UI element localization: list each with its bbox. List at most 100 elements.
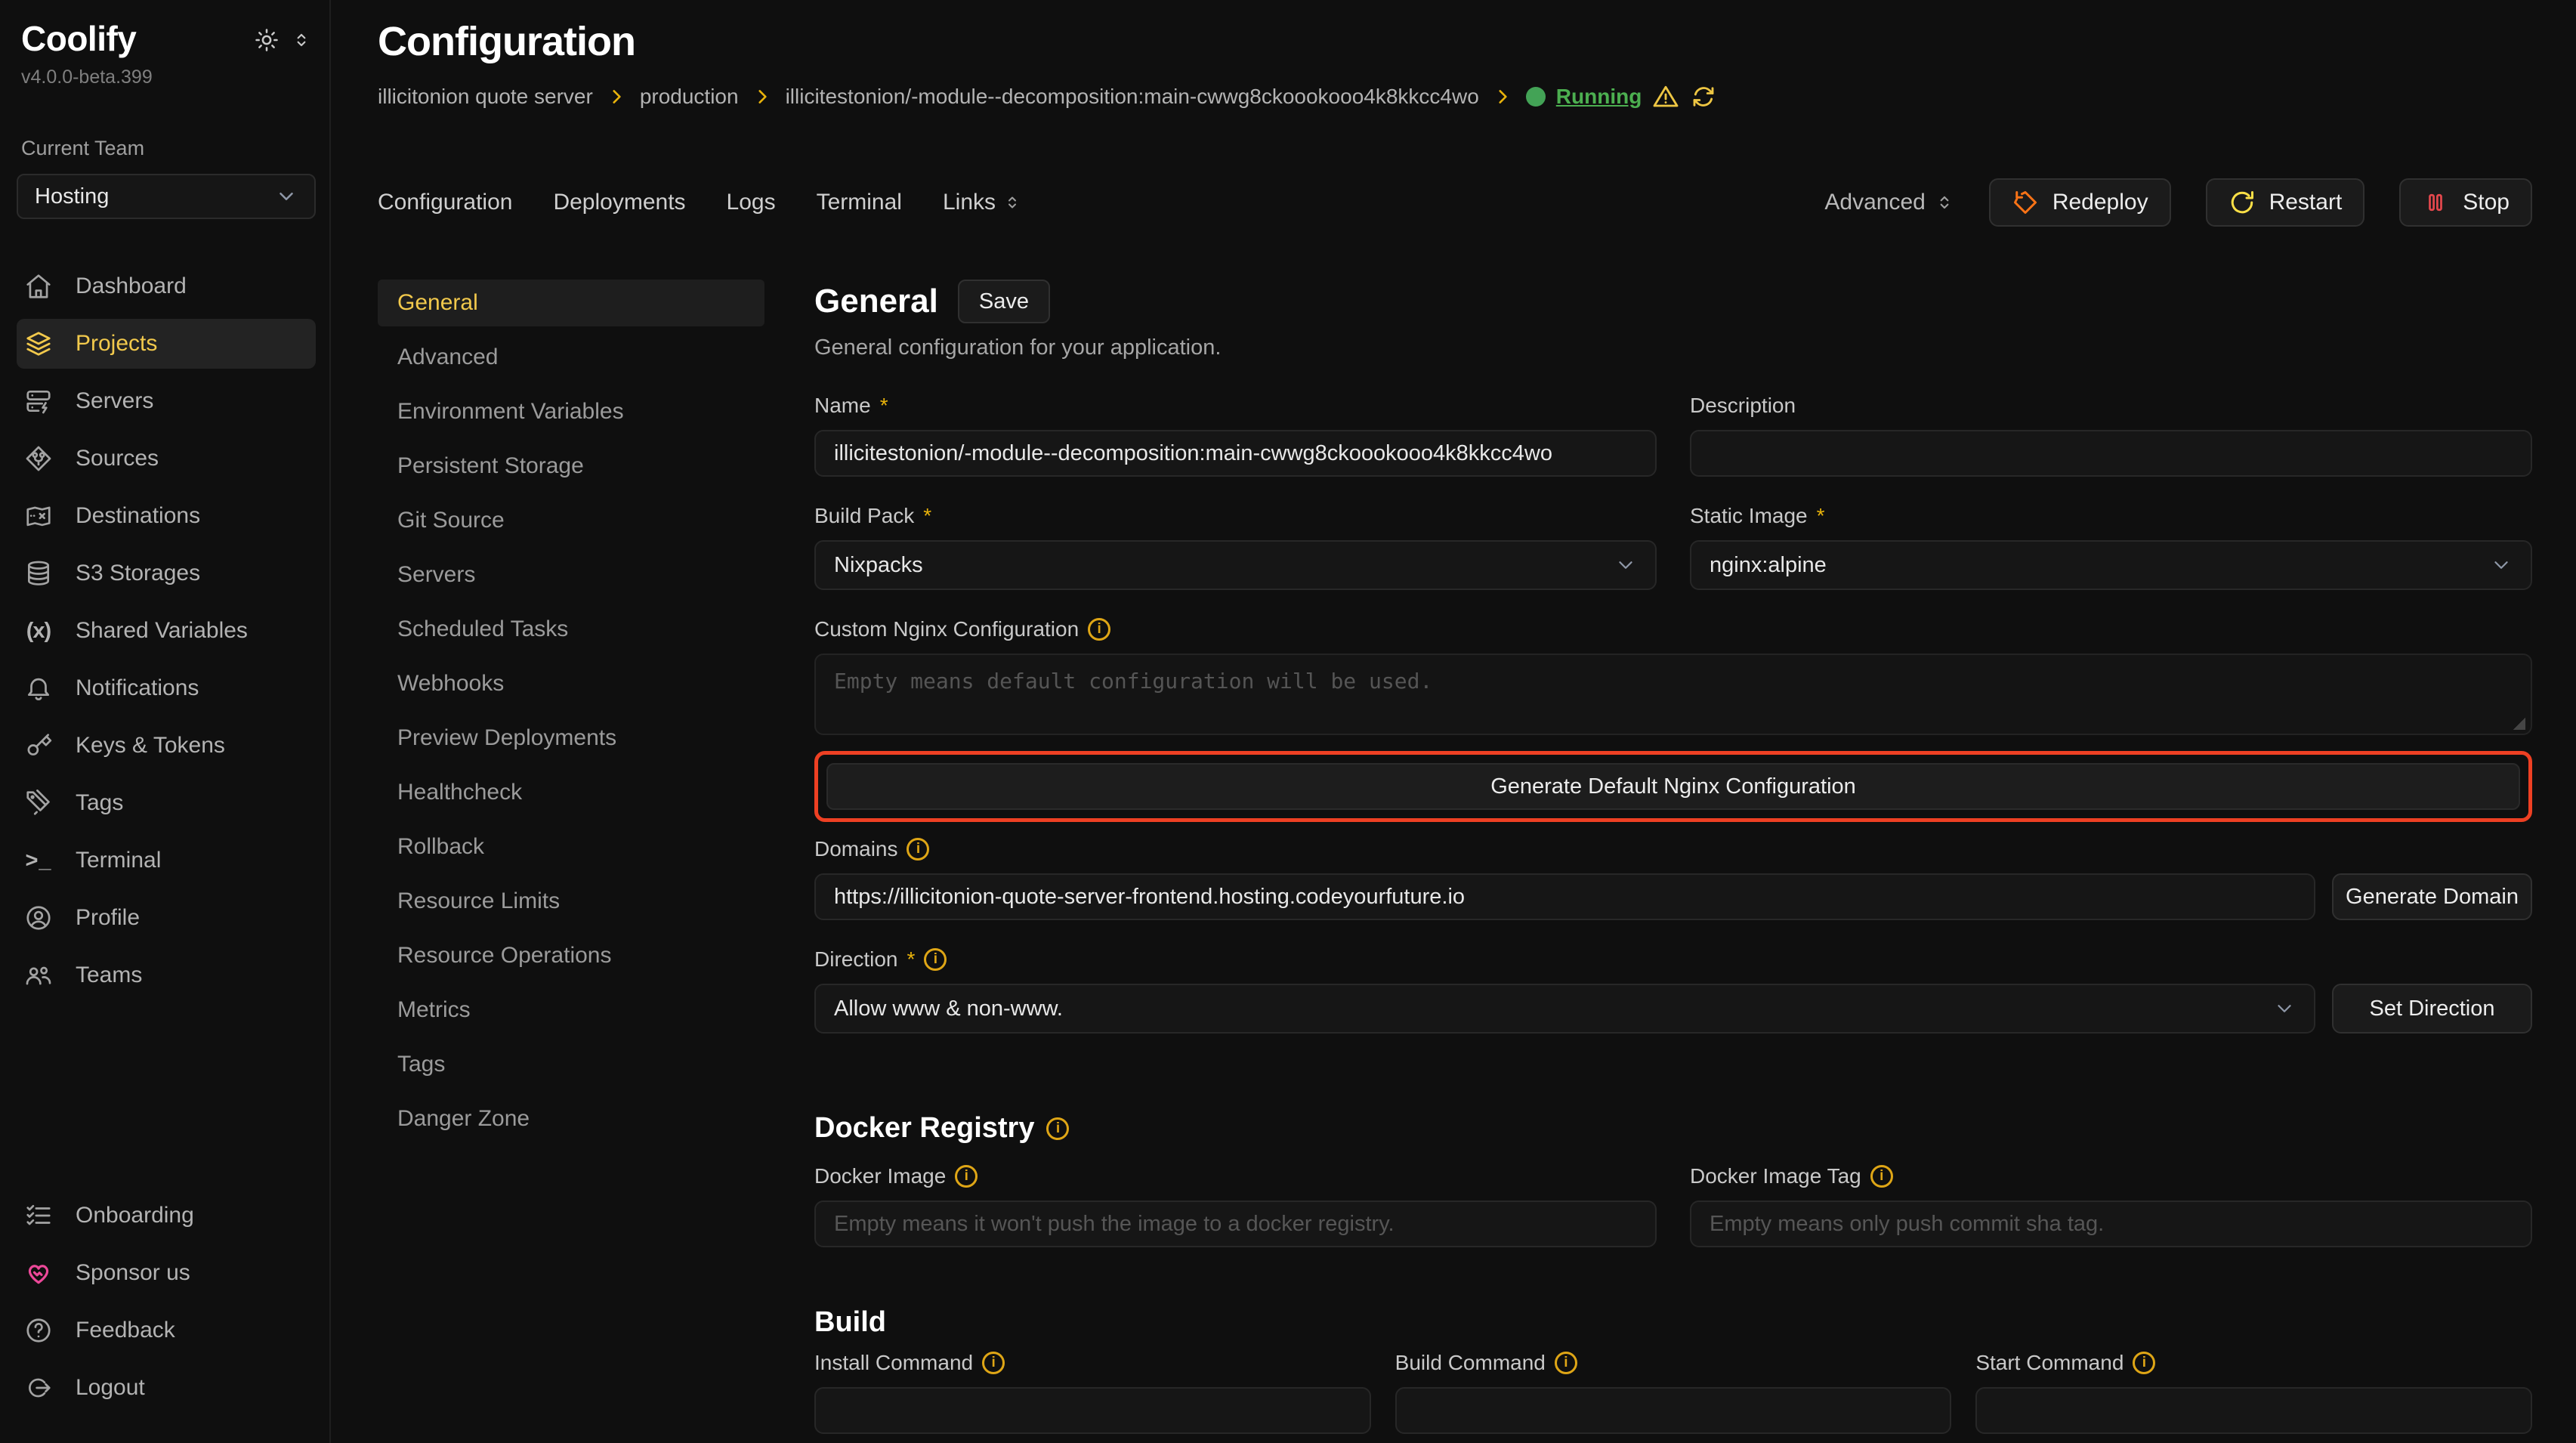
tab-terminal[interactable]: Terminal bbox=[817, 190, 902, 215]
description-input[interactable] bbox=[1690, 430, 2532, 477]
sidebar-item-shared-variables[interactable]: Shared Variables bbox=[17, 606, 316, 656]
subnav-item-general[interactable]: General bbox=[378, 280, 764, 326]
sidebar-item-profile[interactable]: Profile bbox=[17, 893, 316, 943]
generate-nginx-config-button[interactable]: Generate Default Nginx Configuration bbox=[826, 763, 2520, 810]
sidebar-item-keys-tokens[interactable]: Keys & Tokens bbox=[17, 721, 316, 771]
subnav-item-resource-limits[interactable]: Resource Limits bbox=[378, 878, 764, 925]
info-icon[interactable] bbox=[1046, 1117, 1069, 1140]
tag-icon bbox=[24, 789, 53, 817]
subnav-item-git-source[interactable]: Git Source bbox=[378, 497, 764, 544]
tab-configuration[interactable]: Configuration bbox=[378, 190, 512, 215]
direction-field-group: Direction * Allow www & non-www. Set Dir… bbox=[814, 947, 2532, 1034]
sidebar-item-servers[interactable]: Servers bbox=[17, 376, 316, 426]
breadcrumb-project[interactable]: illicitonion quote server bbox=[378, 85, 593, 109]
info-icon[interactable] bbox=[982, 1352, 1005, 1374]
build-command-label: Build Command bbox=[1395, 1351, 1952, 1375]
tab-links[interactable]: Links bbox=[943, 190, 1021, 215]
subnav-item-servers[interactable]: Servers bbox=[378, 552, 764, 598]
generate-domain-button[interactable]: Generate Domain bbox=[2332, 873, 2532, 920]
build-pack-label: Build Pack * bbox=[814, 504, 1657, 528]
sidebar-item-onboarding[interactable]: Onboarding bbox=[17, 1191, 316, 1241]
tab-bar: Configuration Deployments Logs Terminal … bbox=[378, 190, 1021, 215]
subnav-item-persistent-storage[interactable]: Persistent Storage bbox=[378, 443, 764, 490]
breadcrumb-application[interactable]: illicitestonion/-module--decomposition:m… bbox=[786, 85, 1479, 109]
restart-button[interactable]: Restart bbox=[2206, 178, 2365, 227]
sidebar-item-notifications[interactable]: Notifications bbox=[17, 663, 316, 713]
redeploy-button[interactable]: Redeploy bbox=[1989, 178, 2171, 227]
logout-icon bbox=[24, 1373, 53, 1402]
info-icon[interactable] bbox=[924, 948, 947, 971]
sidebar-item-logout[interactable]: Logout bbox=[17, 1363, 316, 1413]
build-pack-select[interactable]: Nixpacks bbox=[814, 540, 1657, 590]
name-input[interactable] bbox=[814, 430, 1657, 477]
theme-controls[interactable] bbox=[254, 27, 311, 53]
install-command-field-group: Install Command bbox=[814, 1351, 1371, 1434]
static-image-select[interactable]: nginx:alpine bbox=[1690, 540, 2532, 590]
sidebar-item-dashboard[interactable]: Dashboard bbox=[17, 261, 316, 311]
tab-deployments[interactable]: Deployments bbox=[553, 190, 685, 215]
subnav-item-scheduled-tasks[interactable]: Scheduled Tasks bbox=[378, 606, 764, 653]
sidebar-item-sources[interactable]: Sources bbox=[17, 434, 316, 484]
breadcrumb: illicitonion quote server production ill… bbox=[378, 83, 2532, 110]
sidebar-item-s3-storages[interactable]: S3 Storages bbox=[17, 548, 316, 598]
custom-nginx-field-group: Custom Nginx Configuration bbox=[814, 617, 2532, 739]
info-icon[interactable] bbox=[1088, 618, 1110, 641]
info-icon[interactable] bbox=[907, 838, 929, 861]
sidebar-item-tags[interactable]: Tags bbox=[17, 778, 316, 828]
subnav-item-danger-zone[interactable]: Danger Zone bbox=[378, 1095, 764, 1142]
current-team-label: Current Team bbox=[21, 137, 311, 160]
info-icon[interactable] bbox=[2133, 1352, 2155, 1374]
docker-image-tag-input[interactable] bbox=[1690, 1200, 2532, 1247]
sidebar-item-terminal[interactable]: Terminal bbox=[17, 836, 316, 885]
build-command-input[interactable] bbox=[1395, 1387, 1952, 1434]
subnav-item-preview-deployments[interactable]: Preview Deployments bbox=[378, 715, 764, 762]
docker-image-input[interactable] bbox=[814, 1200, 1657, 1247]
chevron-down-icon bbox=[2490, 554, 2513, 576]
config-subnav: General Advanced Environment Variables P… bbox=[378, 280, 764, 1443]
team-select[interactable]: Hosting bbox=[17, 174, 316, 219]
build-pack-field-group: Build Pack * Nixpacks bbox=[814, 504, 1657, 590]
docker-image-field-group: Docker Image bbox=[814, 1164, 1657, 1247]
advanced-dropdown[interactable]: Advanced bbox=[1824, 190, 1954, 215]
breadcrumb-environment[interactable]: production bbox=[640, 85, 739, 109]
subnav-item-resource-operations[interactable]: Resource Operations bbox=[378, 932, 764, 979]
help-circle-icon bbox=[24, 1316, 53, 1345]
subnav-item-healthcheck[interactable]: Healthcheck bbox=[378, 769, 764, 816]
info-icon[interactable] bbox=[1555, 1352, 1577, 1374]
resize-handle[interactable] bbox=[2512, 716, 2525, 730]
warning-icon[interactable] bbox=[1652, 83, 1679, 110]
info-icon[interactable] bbox=[1870, 1165, 1893, 1188]
status-running-link[interactable]: Running bbox=[1556, 85, 1642, 109]
subnav-item-advanced[interactable]: Advanced bbox=[378, 334, 764, 381]
subnav-item-rollback[interactable]: Rollback bbox=[378, 823, 764, 870]
subnav-item-webhooks[interactable]: Webhooks bbox=[378, 660, 764, 707]
save-button[interactable]: Save bbox=[958, 280, 1050, 323]
theme-selector-icon[interactable] bbox=[292, 30, 311, 50]
subnav-item-metrics[interactable]: Metrics bbox=[378, 987, 764, 1034]
subnav-item-environment-variables[interactable]: Environment Variables bbox=[378, 388, 764, 435]
direction-select[interactable]: Allow www & non-www. bbox=[814, 984, 2315, 1034]
highlight-outline: Generate Default Nginx Configuration bbox=[814, 751, 2532, 822]
sidebar-item-sponsor-us[interactable]: Sponsor us bbox=[17, 1248, 316, 1298]
sun-icon[interactable] bbox=[254, 27, 280, 53]
sidebar-item-teams[interactable]: Teams bbox=[17, 950, 316, 1000]
build-heading: Build bbox=[814, 1306, 2532, 1339]
description-label: Description bbox=[1690, 394, 2532, 418]
install-command-input[interactable] bbox=[814, 1387, 1371, 1434]
start-command-input[interactable] bbox=[1975, 1387, 2532, 1434]
chevron-down-icon bbox=[2273, 997, 2296, 1020]
tab-logs[interactable]: Logs bbox=[727, 190, 776, 215]
subnav-item-tags[interactable]: Tags bbox=[378, 1041, 764, 1088]
info-icon[interactable] bbox=[955, 1165, 978, 1188]
domains-input[interactable] bbox=[814, 873, 2315, 920]
stop-button[interactable]: Stop bbox=[2399, 178, 2532, 227]
toolbar: Configuration Deployments Logs Terminal … bbox=[378, 178, 2532, 227]
sidebar-item-feedback[interactable]: Feedback bbox=[17, 1305, 316, 1355]
set-direction-button[interactable]: Set Direction bbox=[2332, 984, 2532, 1034]
name-field-group: Name * bbox=[814, 394, 1657, 477]
sidebar-spacer bbox=[17, 1008, 316, 1148]
sidebar-item-projects[interactable]: Projects bbox=[17, 319, 316, 369]
custom-nginx-textarea[interactable] bbox=[814, 654, 2532, 735]
sidebar-item-destinations[interactable]: Destinations bbox=[17, 491, 316, 541]
sync-icon[interactable] bbox=[1690, 83, 1717, 110]
